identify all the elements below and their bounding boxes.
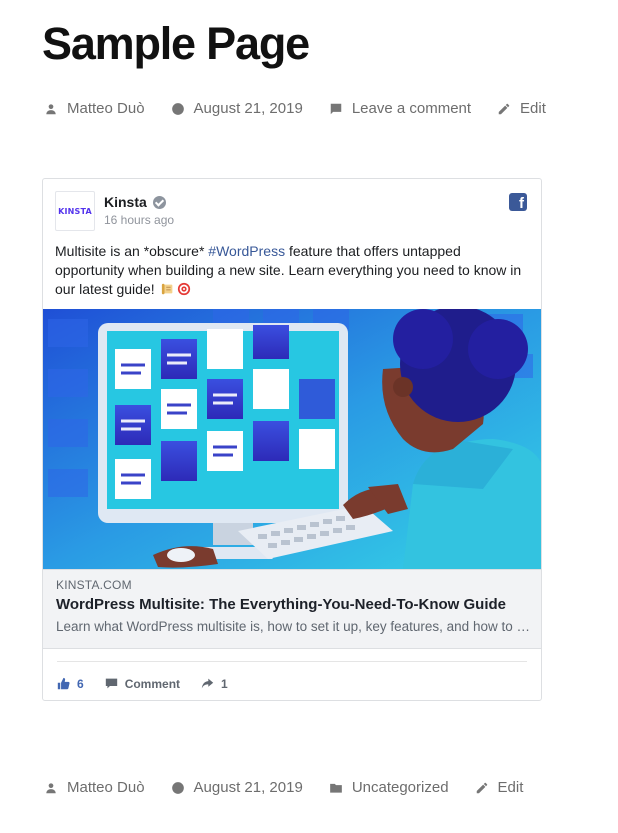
link-description: Learn what WordPress multisite is, how t… <box>56 619 530 634</box>
page-name-link[interactable]: Kinsta <box>104 194 166 210</box>
link-preview[interactable]: KINSTA.COM WordPress Multisite: The Ever… <box>43 569 541 649</box>
edit-link-bottom[interactable]: Edit <box>475 779 524 796</box>
comment-link[interactable]: Leave a comment <box>329 100 471 117</box>
link-title[interactable]: WordPress Multisite: The Everything-You-… <box>56 596 530 613</box>
person-icon <box>46 782 56 793</box>
post-date: August 21, 2019 <box>193 100 303 117</box>
page-title: Sample Page <box>42 18 310 69</box>
pencil-icon <box>498 103 510 114</box>
facebook-logo-icon[interactable]: f <box>509 193 527 211</box>
like-count: 6 <box>77 676 84 691</box>
author-name: Matteo Duò <box>67 100 145 117</box>
comment-label: Leave a comment <box>351 100 472 117</box>
target-emoji-icon <box>177 282 190 296</box>
post-actions: 6 Comment 1 <box>57 661 527 691</box>
like-button[interactable]: 6 <box>57 677 84 691</box>
edit-label: Edit <box>520 100 546 117</box>
date-link-bottom[interactable]: August 21, 2019 <box>171 779 303 796</box>
comment-bubble-icon <box>105 678 117 689</box>
clock-icon <box>171 102 184 115</box>
post-date: August 21, 2019 <box>193 779 303 796</box>
page-name: Kinsta <box>104 194 147 210</box>
comment-icon <box>330 103 342 114</box>
facebook-post-embed: KINSTA Kinsta 16 hours ago f Multisite i… <box>42 178 542 701</box>
post-meta-top: Matteo Duò August 21, 2019 Leave a comme… <box>44 100 572 117</box>
scroll-emoji-icon <box>161 283 172 295</box>
post-illustration[interactable] <box>43 309 542 569</box>
link-domain: KINSTA.COM <box>56 578 132 592</box>
post-meta-bottom: Matteo Duò August 21, 2019 Uncategorized… <box>44 779 549 796</box>
person-icon <box>46 103 56 114</box>
pencil-icon <box>476 782 487 793</box>
edit-link[interactable]: Edit <box>497 100 546 117</box>
post-time[interactable]: 16 hours ago <box>104 213 174 227</box>
comment-button-label: Comment <box>124 676 181 691</box>
author-link[interactable]: Matteo Duò <box>44 100 145 117</box>
share-count: 1 <box>221 676 228 691</box>
comment-button[interactable]: Comment <box>105 677 180 691</box>
share-button[interactable]: 1 <box>201 677 228 691</box>
avatar[interactable]: KINSTA <box>55 191 95 231</box>
clock-icon <box>171 781 184 794</box>
post-text: Multisite is an *obscure* #WordPress fea… <box>55 242 533 299</box>
edit-label: Edit <box>497 779 524 796</box>
verified-badge-icon <box>152 195 166 209</box>
hashtag-link[interactable]: #WordPress <box>208 243 285 259</box>
share-arrow-icon <box>201 678 214 689</box>
post-header: KINSTA Kinsta 16 hours ago f <box>55 191 529 231</box>
category-label: Uncategorized <box>351 779 449 796</box>
folder-icon <box>329 783 342 793</box>
thumbs-up-icon <box>57 677 70 690</box>
date-link[interactable]: August 21, 2019 <box>171 100 303 117</box>
post-text-start: Multisite is an *obscure* <box>55 243 209 259</box>
author-name: Matteo Duò <box>67 779 145 796</box>
category-link[interactable]: Uncategorized <box>329 779 449 796</box>
author-link-bottom[interactable]: Matteo Duò <box>44 779 145 796</box>
